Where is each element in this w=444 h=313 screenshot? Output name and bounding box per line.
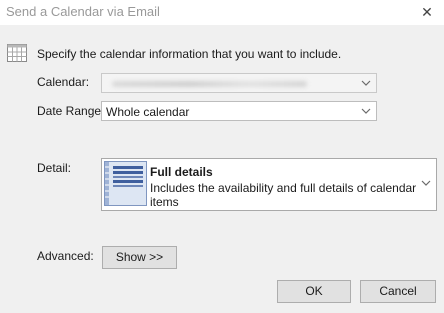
- calendar-label: Calendar:: [37, 75, 90, 89]
- detail-title: Full details: [150, 165, 213, 179]
- chevron-down-icon: [421, 177, 431, 189]
- calendar-value-redacted: [112, 81, 307, 87]
- date-range-select[interactable]: Whole calendar: [101, 101, 377, 121]
- cancel-button[interactable]: Cancel: [360, 280, 436, 303]
- show-advanced-button[interactable]: Show >>: [102, 246, 177, 269]
- chevron-down-icon: [361, 105, 371, 117]
- dialog-title: Send a Calendar via Email: [6, 4, 160, 19]
- date-range-value: Whole calendar: [106, 105, 190, 119]
- advanced-label: Advanced:: [37, 249, 94, 263]
- calendar-select[interactable]: [101, 73, 377, 93]
- ok-button[interactable]: OK: [277, 280, 351, 303]
- chevron-down-icon: [361, 77, 371, 89]
- title-bar: Send a Calendar via Email ✕: [0, 0, 444, 25]
- date-range-label: Date Range:: [37, 104, 105, 118]
- calendar-icon: [6, 43, 28, 63]
- detail-description: Includes the availability and full detai…: [150, 181, 417, 209]
- detail-select[interactable]: Full details Includes the availability a…: [101, 158, 437, 211]
- close-icon[interactable]: ✕: [418, 2, 436, 22]
- instruction-text: Specify the calendar information that yo…: [37, 47, 342, 61]
- full-details-thumbnail-icon: [104, 161, 147, 206]
- detail-label: Detail:: [37, 161, 72, 175]
